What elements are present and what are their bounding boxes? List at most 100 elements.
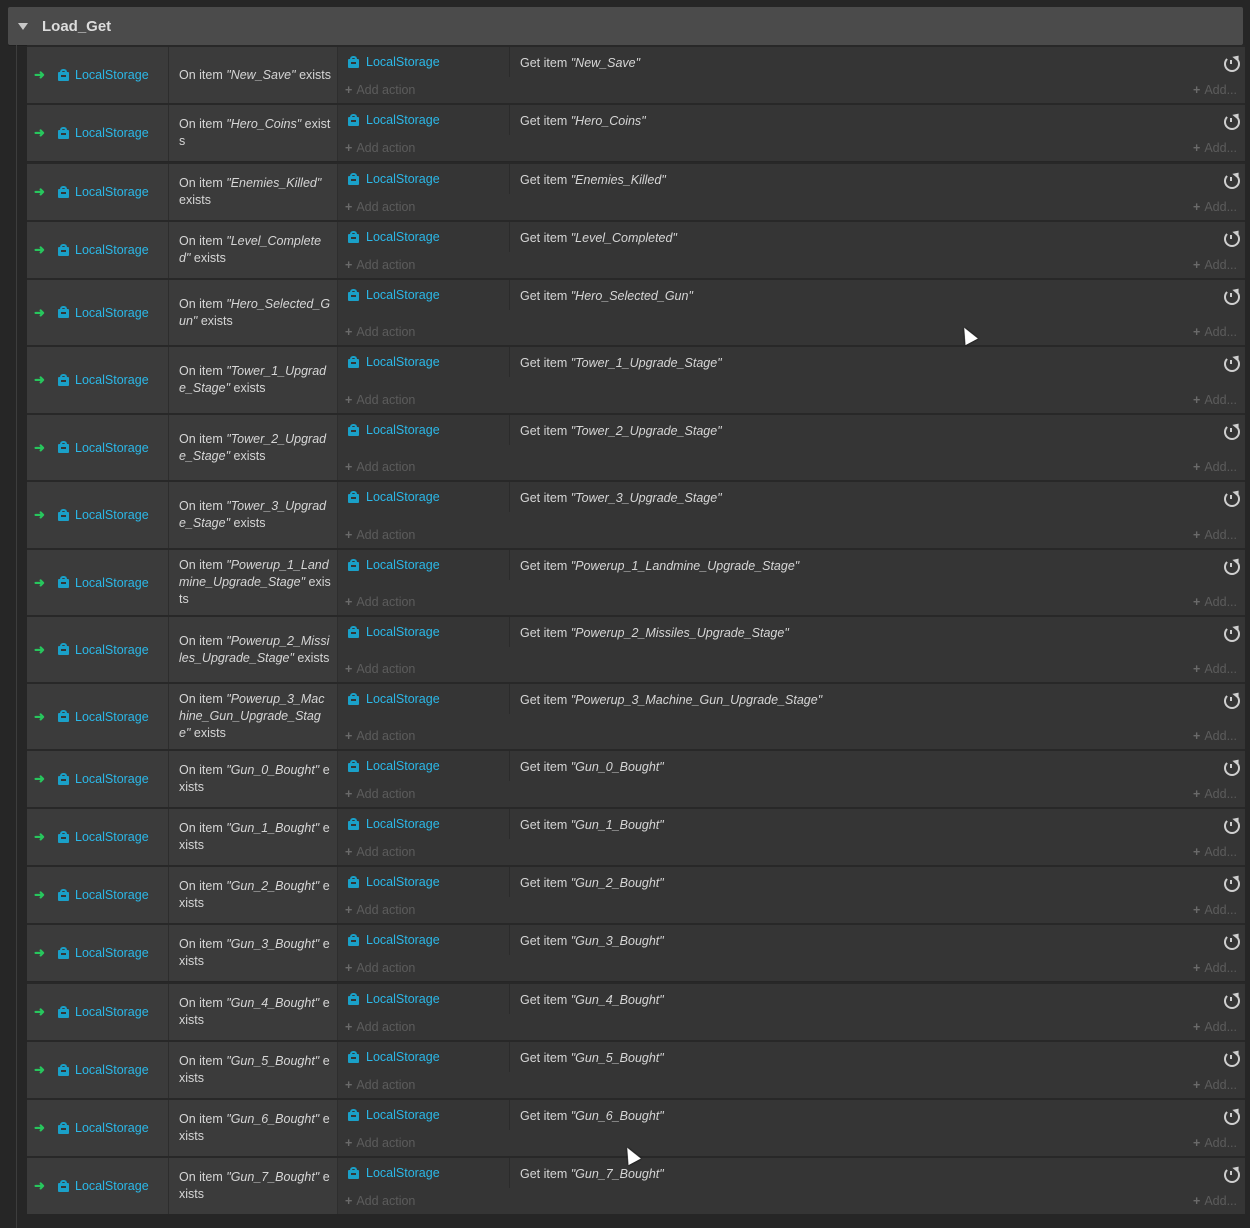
refresh-icon[interactable] bbox=[1224, 424, 1240, 440]
event-row[interactable]: ➜ LocalStorage On item "Level_Completed"… bbox=[27, 220, 1245, 278]
action-object[interactable]: LocalStorage bbox=[345, 1166, 440, 1180]
add-action-button[interactable]: + Add action bbox=[345, 903, 415, 917]
condition-object[interactable]: LocalStorage bbox=[57, 684, 169, 749]
add-action-button[interactable]: + Add action bbox=[345, 1194, 415, 1208]
add-action-button[interactable]: + Add action bbox=[345, 662, 415, 676]
refresh-icon[interactable] bbox=[1224, 356, 1240, 372]
refresh-icon[interactable] bbox=[1224, 491, 1240, 507]
add-more-button[interactable]: + Add... bbox=[1193, 1020, 1237, 1034]
condition-block[interactable]: ➜ LocalStorage On item "Gun_6_Bought" ex… bbox=[27, 1100, 338, 1156]
event-row[interactable]: ➜ LocalStorage On item "Gun_6_Bought" ex… bbox=[27, 1098, 1245, 1156]
condition-text[interactable]: On item "New_Save" exists bbox=[179, 47, 331, 103]
condition-text[interactable]: On item "Gun_3_Bought" exists bbox=[179, 925, 331, 981]
event-row[interactable]: ➜ LocalStorage On item "Hero_Coins" exis… bbox=[27, 103, 1245, 161]
add-action-button[interactable]: + Add action bbox=[345, 528, 415, 542]
condition-object[interactable]: LocalStorage bbox=[57, 550, 169, 615]
action-text[interactable]: Get item "Gun_5_Bought" bbox=[520, 1051, 664, 1065]
add-more-button[interactable]: + Add... bbox=[1193, 1078, 1237, 1092]
refresh-icon[interactable] bbox=[1224, 1051, 1240, 1067]
add-action-button[interactable]: + Add action bbox=[345, 141, 415, 155]
add-more-button[interactable]: + Add... bbox=[1193, 787, 1237, 801]
condition-object[interactable]: LocalStorage bbox=[57, 1100, 169, 1156]
condition-text[interactable]: On item "Level_Completed" exists bbox=[179, 222, 331, 278]
add-more-button[interactable]: + Add... bbox=[1193, 845, 1237, 859]
event-row[interactable]: ➜ LocalStorage On item "Powerup_2_Missil… bbox=[27, 615, 1245, 682]
refresh-icon[interactable] bbox=[1224, 693, 1240, 709]
condition-object[interactable]: LocalStorage bbox=[57, 751, 169, 807]
condition-object[interactable]: LocalStorage bbox=[57, 164, 169, 220]
action-text[interactable]: Get item "Powerup_2_Missiles_Upgrade_Sta… bbox=[520, 626, 789, 640]
action-object[interactable]: LocalStorage bbox=[345, 288, 440, 302]
action-text[interactable]: Get item "Gun_4_Bought" bbox=[520, 993, 664, 1007]
add-more-button[interactable]: + Add... bbox=[1193, 325, 1237, 339]
condition-object[interactable]: LocalStorage bbox=[57, 984, 169, 1040]
refresh-icon[interactable] bbox=[1224, 876, 1240, 892]
refresh-icon[interactable] bbox=[1224, 818, 1240, 834]
action-object[interactable]: LocalStorage bbox=[345, 423, 440, 437]
action-object[interactable]: LocalStorage bbox=[345, 113, 440, 127]
event-row[interactable]: ➜ LocalStorage On item "Powerup_3_Machin… bbox=[27, 682, 1245, 749]
action-text[interactable]: Get item "Gun_1_Bought" bbox=[520, 818, 664, 832]
event-row[interactable]: ➜ LocalStorage On item "Gun_3_Bought" ex… bbox=[27, 923, 1245, 981]
condition-block[interactable]: ➜ LocalStorage On item "Gun_1_Bought" ex… bbox=[27, 809, 338, 865]
add-action-button[interactable]: + Add action bbox=[345, 460, 415, 474]
event-row[interactable]: ➜ LocalStorage On item "Gun_7_Bought" ex… bbox=[27, 1156, 1245, 1214]
event-row[interactable]: ➜ LocalStorage On item "Tower_3_Upgrade_… bbox=[27, 480, 1245, 548]
condition-text[interactable]: On item "Gun_1_Bought" exists bbox=[179, 809, 331, 865]
condition-text[interactable]: On item "Tower_3_Upgrade_Stage" exists bbox=[179, 482, 331, 548]
action-object[interactable]: LocalStorage bbox=[345, 230, 440, 244]
condition-block[interactable]: ➜ LocalStorage On item "Powerup_1_Landmi… bbox=[27, 550, 338, 615]
condition-text[interactable]: On item "Gun_6_Bought" exists bbox=[179, 1100, 331, 1156]
refresh-icon[interactable] bbox=[1224, 289, 1240, 305]
action-object[interactable]: LocalStorage bbox=[345, 759, 440, 773]
add-more-button[interactable]: + Add... bbox=[1193, 83, 1237, 97]
event-row[interactable]: ➜ LocalStorage On item "Gun_0_Bought" ex… bbox=[27, 749, 1245, 807]
condition-block[interactable]: ➜ LocalStorage On item "New_Save" exists bbox=[27, 47, 338, 103]
condition-block[interactable]: ➜ LocalStorage On item "Tower_2_Upgrade_… bbox=[27, 415, 338, 480]
condition-text[interactable]: On item "Hero_Coins" exists bbox=[179, 105, 331, 161]
action-text[interactable]: Get item "Gun_0_Bought" bbox=[520, 760, 664, 774]
condition-text[interactable]: On item "Gun_7_Bought" exists bbox=[179, 1158, 331, 1214]
action-text[interactable]: Get item "Gun_6_Bought" bbox=[520, 1109, 664, 1123]
add-action-button[interactable]: + Add action bbox=[345, 200, 415, 214]
action-object[interactable]: LocalStorage bbox=[345, 172, 440, 186]
condition-object[interactable]: LocalStorage bbox=[57, 867, 169, 923]
group-header[interactable]: Load_Get bbox=[8, 7, 1243, 45]
action-text[interactable]: Get item "Gun_2_Bought" bbox=[520, 876, 664, 890]
add-action-button[interactable]: + Add action bbox=[345, 845, 415, 859]
action-object[interactable]: LocalStorage bbox=[345, 1108, 440, 1122]
event-row[interactable]: ➜ LocalStorage On item "Tower_1_Upgrade_… bbox=[27, 345, 1245, 413]
condition-block[interactable]: ➜ LocalStorage On item "Tower_3_Upgrade_… bbox=[27, 482, 338, 548]
condition-object[interactable]: LocalStorage bbox=[57, 809, 169, 865]
action-object[interactable]: LocalStorage bbox=[345, 625, 440, 639]
refresh-icon[interactable] bbox=[1224, 626, 1240, 642]
condition-block[interactable]: ➜ LocalStorage On item "Tower_1_Upgrade_… bbox=[27, 347, 338, 413]
condition-object[interactable]: LocalStorage bbox=[57, 1158, 169, 1214]
action-text[interactable]: Get item "Tower_2_Upgrade_Stage" bbox=[520, 424, 722, 438]
action-text[interactable]: Get item "Tower_3_Upgrade_Stage" bbox=[520, 491, 722, 505]
add-action-button[interactable]: + Add action bbox=[345, 787, 415, 801]
condition-text[interactable]: On item "Gun_0_Bought" exists bbox=[179, 751, 331, 807]
action-text[interactable]: Get item "Enemies_Killed" bbox=[520, 173, 666, 187]
add-more-button[interactable]: + Add... bbox=[1193, 662, 1237, 676]
condition-object[interactable]: LocalStorage bbox=[57, 925, 169, 981]
add-more-button[interactable]: + Add... bbox=[1193, 258, 1237, 272]
condition-block[interactable]: ➜ LocalStorage On item "Hero_Selected_Gu… bbox=[27, 280, 338, 345]
action-object[interactable]: LocalStorage bbox=[345, 55, 440, 69]
action-object[interactable]: LocalStorage bbox=[345, 490, 440, 504]
action-object[interactable]: LocalStorage bbox=[345, 1050, 440, 1064]
add-more-button[interactable]: + Add... bbox=[1193, 528, 1237, 542]
refresh-icon[interactable] bbox=[1224, 1167, 1240, 1183]
add-action-button[interactable]: + Add action bbox=[345, 961, 415, 975]
add-more-button[interactable]: + Add... bbox=[1193, 729, 1237, 743]
condition-block[interactable]: ➜ LocalStorage On item "Hero_Coins" exis… bbox=[27, 105, 338, 161]
condition-block[interactable]: ➜ LocalStorage On item "Level_Completed"… bbox=[27, 222, 338, 278]
event-row[interactable]: ➜ LocalStorage On item "Powerup_1_Landmi… bbox=[27, 548, 1245, 615]
action-text[interactable]: Get item "Gun_7_Bought" bbox=[520, 1167, 664, 1181]
refresh-icon[interactable] bbox=[1224, 56, 1240, 72]
event-row[interactable]: ➜ LocalStorage On item "New_Save" exists… bbox=[27, 45, 1245, 103]
condition-text[interactable]: On item "Tower_1_Upgrade_Stage" exists bbox=[179, 347, 331, 413]
add-action-button[interactable]: + Add action bbox=[345, 1136, 415, 1150]
condition-block[interactable]: ➜ LocalStorage On item "Enemies_Killed" … bbox=[27, 164, 338, 220]
add-more-button[interactable]: + Add... bbox=[1193, 1194, 1237, 1208]
